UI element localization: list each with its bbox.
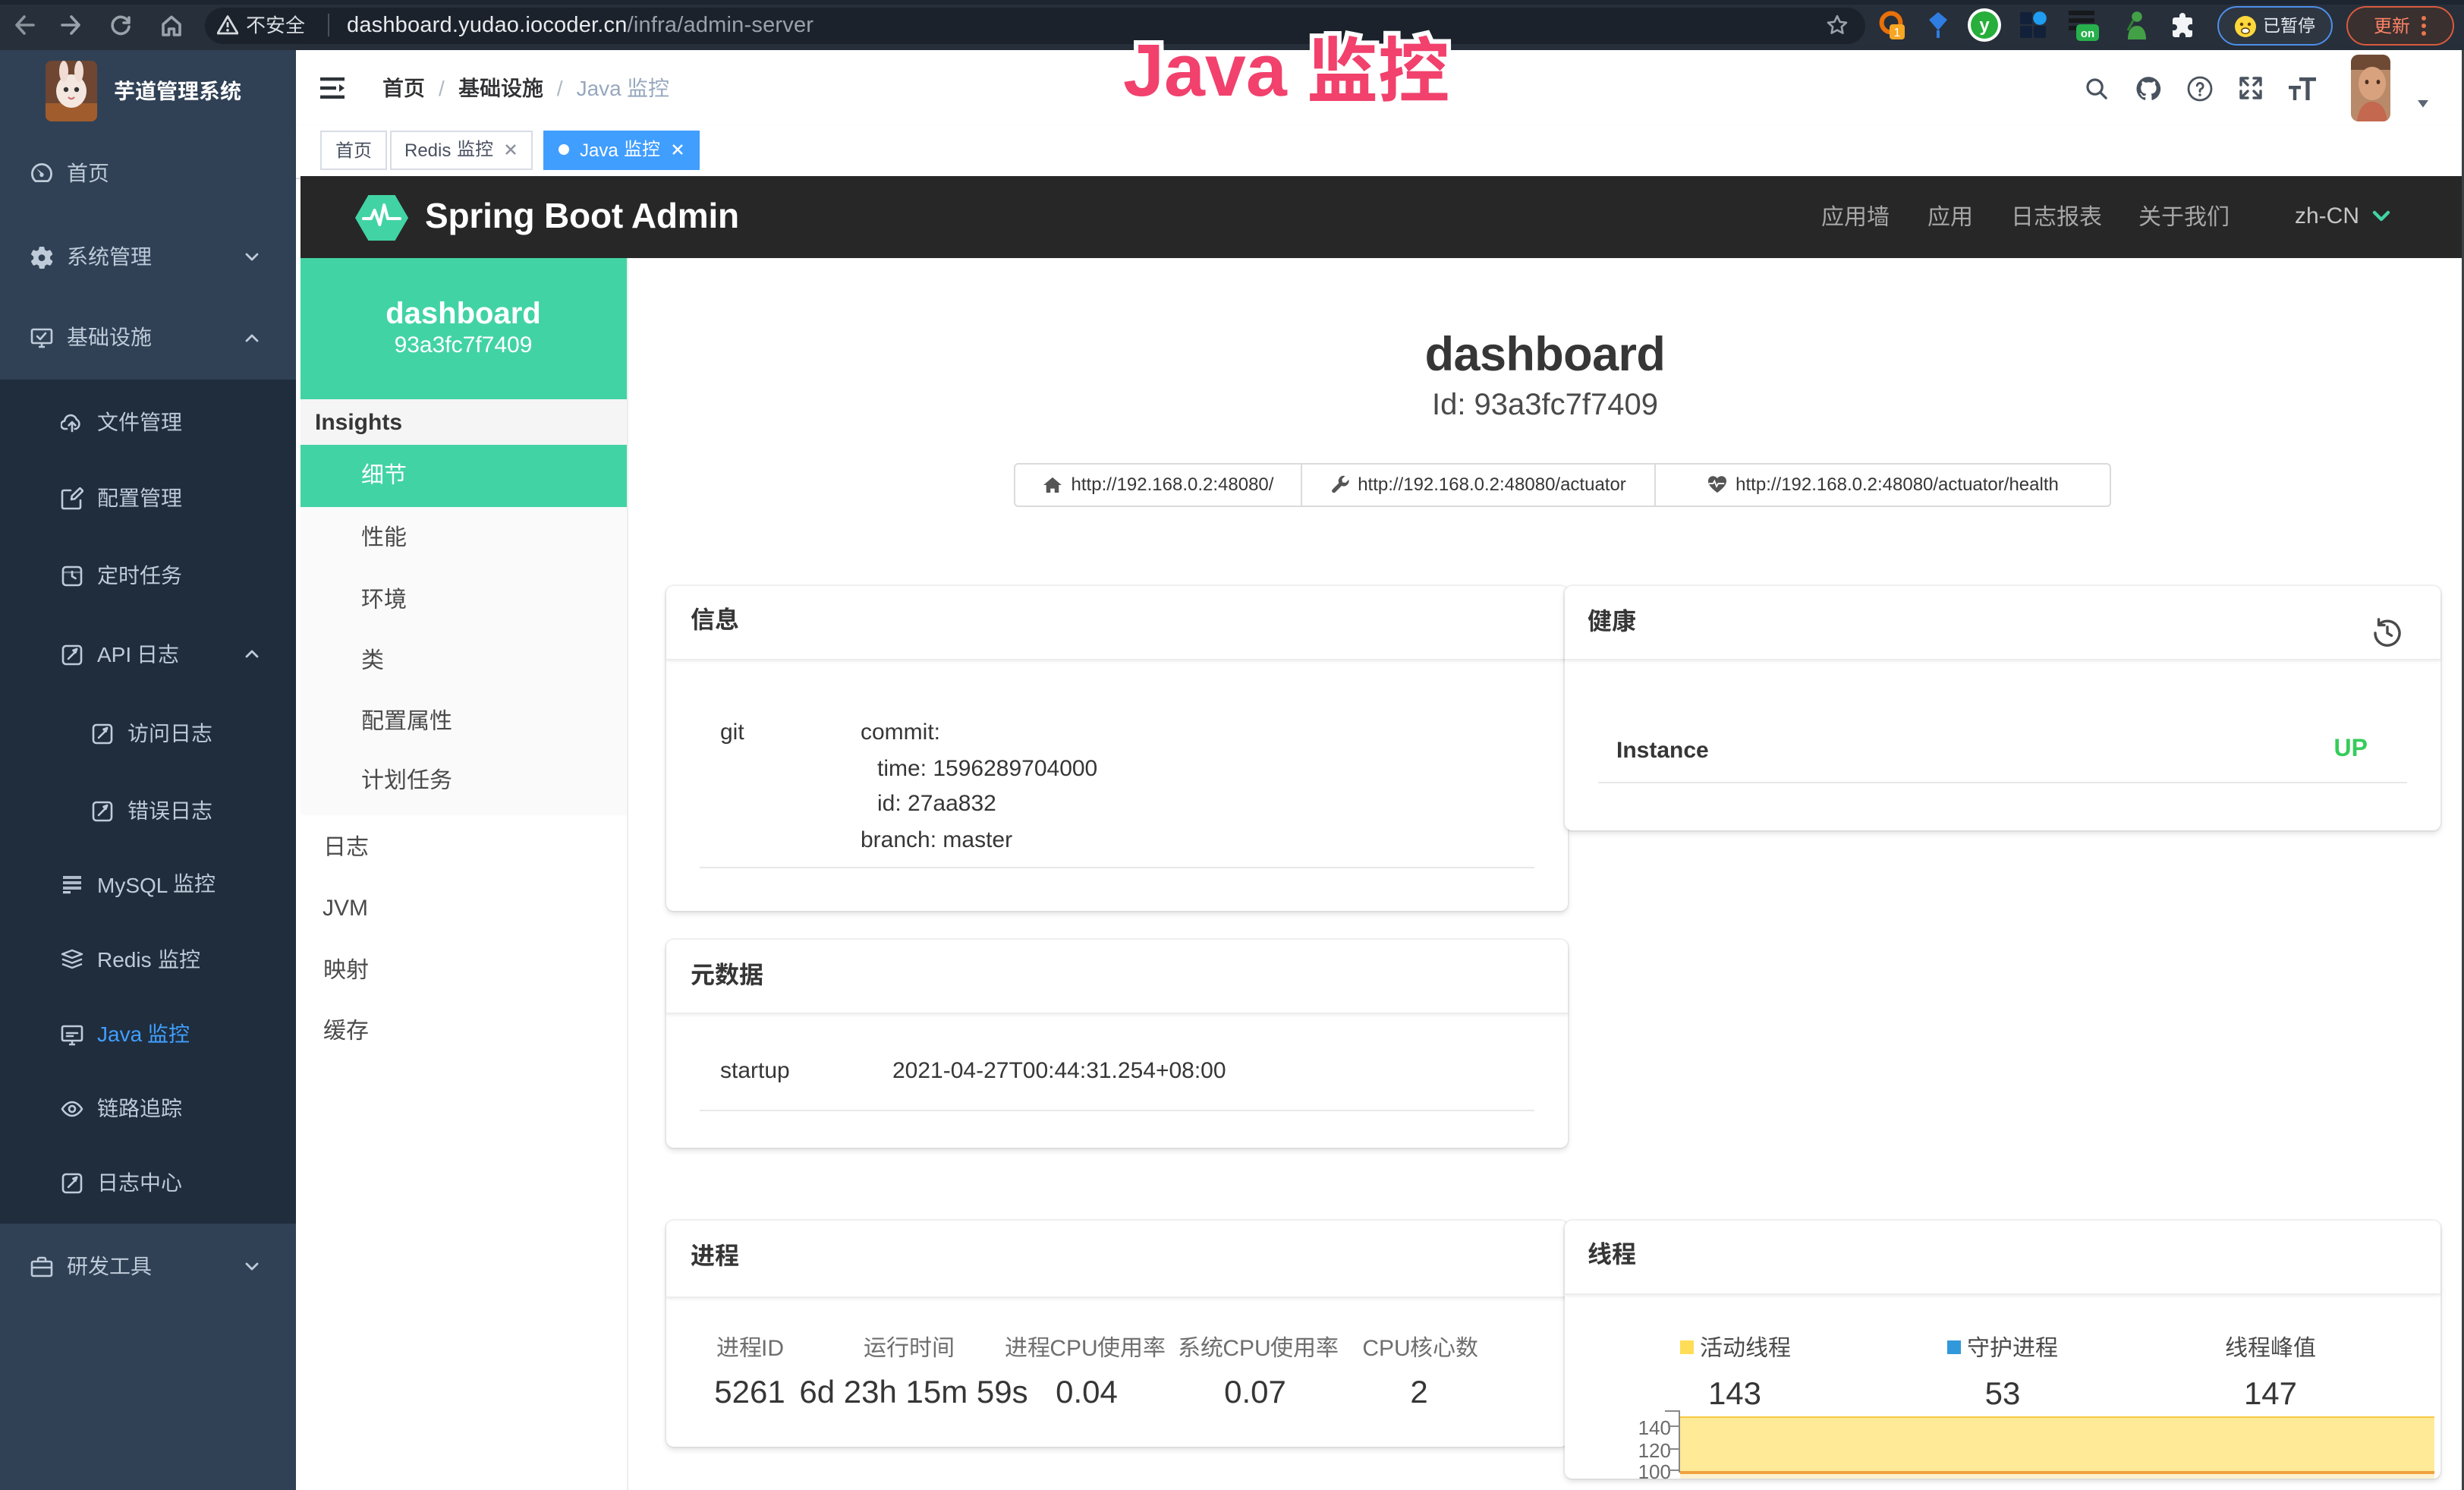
svg-text:y: y <box>1979 15 1990 36</box>
svg-text:on: on <box>2081 27 2094 39</box>
svg-text:1: 1 <box>1894 27 1901 39</box>
